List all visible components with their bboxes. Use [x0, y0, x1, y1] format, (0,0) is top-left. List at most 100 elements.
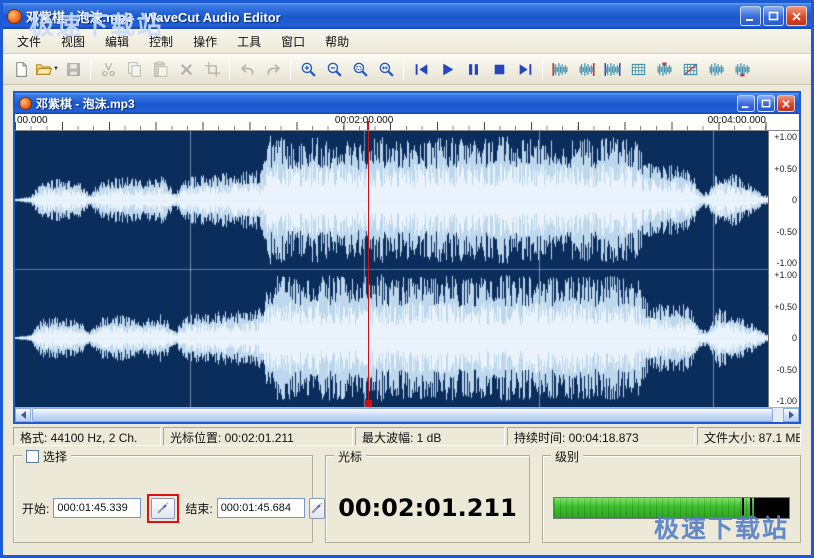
menu-item-3[interactable]: 控制: [139, 29, 183, 54]
record-level-button[interactable]: [729, 57, 755, 82]
loop-play-button[interactable]: [703, 57, 729, 82]
page-icon: [13, 61, 30, 78]
menu-item-1[interactable]: 视图: [51, 29, 95, 54]
set-selection-end-button[interactable]: [573, 57, 599, 82]
selection-start-input[interactable]: [53, 498, 141, 518]
level-meter-fill: [554, 498, 754, 518]
amplitude-scale: +1.00+0.500-0.50-1.00+1.00+0.500-0.50-1.…: [768, 131, 799, 407]
save-file-button[interactable]: [60, 57, 86, 82]
open-file-button[interactable]: ▼: [34, 57, 60, 82]
app-icon: [7, 9, 22, 24]
menu-item-5[interactable]: 工具: [227, 29, 271, 54]
tostart-icon: [413, 61, 430, 78]
cross-icon: [178, 61, 195, 78]
status-max-amplitude: 最大波幅: 1 dB: [355, 427, 505, 446]
mute-selection-button[interactable]: [677, 57, 703, 82]
menu-item-0[interactable]: 文件: [7, 29, 51, 54]
toolbar-separator: [229, 59, 230, 80]
delete-button[interactable]: [173, 57, 199, 82]
ruler-label-0: 00.000: [17, 115, 48, 126]
menu-item-6[interactable]: 窗口: [271, 29, 315, 54]
menu-bar: 文件视图编辑控制操作工具窗口帮助: [3, 29, 811, 54]
toolbar-separator: [542, 59, 543, 80]
waveboth-icon: [604, 61, 621, 78]
window-title: 邓紫棋 - 泡沫.mp3 - WaveCut Audio Editor: [26, 7, 738, 26]
pick-start-button[interactable]: [151, 498, 175, 519]
scroll-left-button[interactable]: [15, 408, 31, 422]
status-bar: 格式: 44100 Hz, 2 Ch.光标位置: 00:02:01.211最大波…: [13, 427, 801, 446]
bottom-panel: 选择 开始: 结束: 光标 00:02:01.211 级别: [13, 455, 801, 543]
level-group: 级别: [542, 455, 801, 543]
status-cursor-position: 光标位置: 00:02:01.211: [163, 427, 353, 446]
pick-end-button[interactable]: [309, 498, 325, 519]
menu-item-7[interactable]: 帮助: [315, 29, 359, 54]
status-duration: 持续时间: 00:04:18.873: [507, 427, 695, 446]
undo-icon: [239, 61, 256, 78]
playback-cursor[interactable]: [368, 131, 369, 407]
set-selection-start-button[interactable]: [547, 57, 573, 82]
cursor-legend: 光标: [334, 448, 366, 465]
scale-label: -0.50: [776, 227, 797, 237]
audio-document-window: 邓紫棋 - 泡沫.mp3 00.00000:02:00.00000:04:00.…: [13, 91, 801, 424]
selection-end-input[interactable]: [217, 498, 305, 518]
toolbar-separator: [403, 59, 404, 80]
trim-button[interactable]: [199, 57, 225, 82]
trim-icon: [204, 61, 221, 78]
paste-button[interactable]: [147, 57, 173, 82]
waveleft-icon: [552, 61, 569, 78]
zoom-in-button[interactable]: [295, 57, 321, 82]
end-label: 结束:: [185, 500, 212, 517]
cut-button[interactable]: [95, 57, 121, 82]
cursor-time-display: 00:02:01.211: [338, 494, 517, 522]
go-to-end-button[interactable]: [512, 57, 538, 82]
crop-selection-button[interactable]: [651, 57, 677, 82]
scale-label: -1.00: [776, 396, 797, 406]
waveright-icon: [578, 61, 595, 78]
child-restore-button[interactable]: [757, 95, 775, 112]
wand-icon: [156, 501, 170, 515]
minimize-button[interactable]: [740, 6, 761, 26]
scale-label: +1.00: [774, 132, 797, 142]
zoom-selection-button[interactable]: [347, 57, 373, 82]
delete-selection-button[interactable]: [625, 57, 651, 82]
cursor-handle[interactable]: [365, 400, 372, 407]
stop-button[interactable]: [486, 57, 512, 82]
zoom-out-button[interactable]: [321, 57, 347, 82]
scale-label: 0: [792, 195, 797, 205]
selection-group: 选择 开始: 结束:: [13, 455, 313, 543]
new-file-button[interactable]: [8, 57, 34, 82]
copy-button[interactable]: [121, 57, 147, 82]
menu-item-4[interactable]: 操作: [183, 29, 227, 54]
pause-button[interactable]: [460, 57, 486, 82]
status-file-size: 文件大小: 87.1 MB: [697, 427, 801, 446]
dropdown-arrow-icon[interactable]: ▼: [53, 66, 59, 72]
level-legend: 级别: [551, 448, 583, 465]
scrollbar-thumb[interactable]: [32, 408, 773, 422]
redo-button[interactable]: [260, 57, 286, 82]
ruler-track[interactable]: 00.00000:02:00.00000:04:00.000: [15, 114, 768, 130]
waveform-canvas[interactable]: [15, 131, 768, 407]
maximize-button[interactable]: [763, 6, 784, 26]
scroll-right-button[interactable]: [783, 408, 799, 422]
play-button[interactable]: [434, 57, 460, 82]
selection-checkbox[interactable]: [26, 450, 39, 463]
menu-item-2[interactable]: 编辑: [95, 29, 139, 54]
child-close-button[interactable]: [777, 95, 795, 112]
select-all-button[interactable]: [599, 57, 625, 82]
waveform-view[interactable]: [15, 131, 768, 407]
timeline-ruler[interactable]: 00.00000:02:00.00000:04:00.000: [15, 114, 799, 131]
close-button[interactable]: [786, 6, 807, 26]
child-minimize-button[interactable]: [737, 95, 755, 112]
selection-legend: 选择: [22, 448, 71, 465]
go-to-start-button[interactable]: [408, 57, 434, 82]
wavedown-icon: [656, 61, 673, 78]
level-meter-tick: [750, 498, 752, 518]
scrollbar-track[interactable]: [31, 408, 783, 422]
undo-button[interactable]: [234, 57, 260, 82]
toolbar-separator: [90, 59, 91, 80]
document-icon: [19, 97, 32, 110]
copy-icon: [126, 61, 143, 78]
horizontal-scrollbar: [15, 407, 799, 422]
paste-icon: [152, 61, 169, 78]
zoom-full-button[interactable]: [373, 57, 399, 82]
